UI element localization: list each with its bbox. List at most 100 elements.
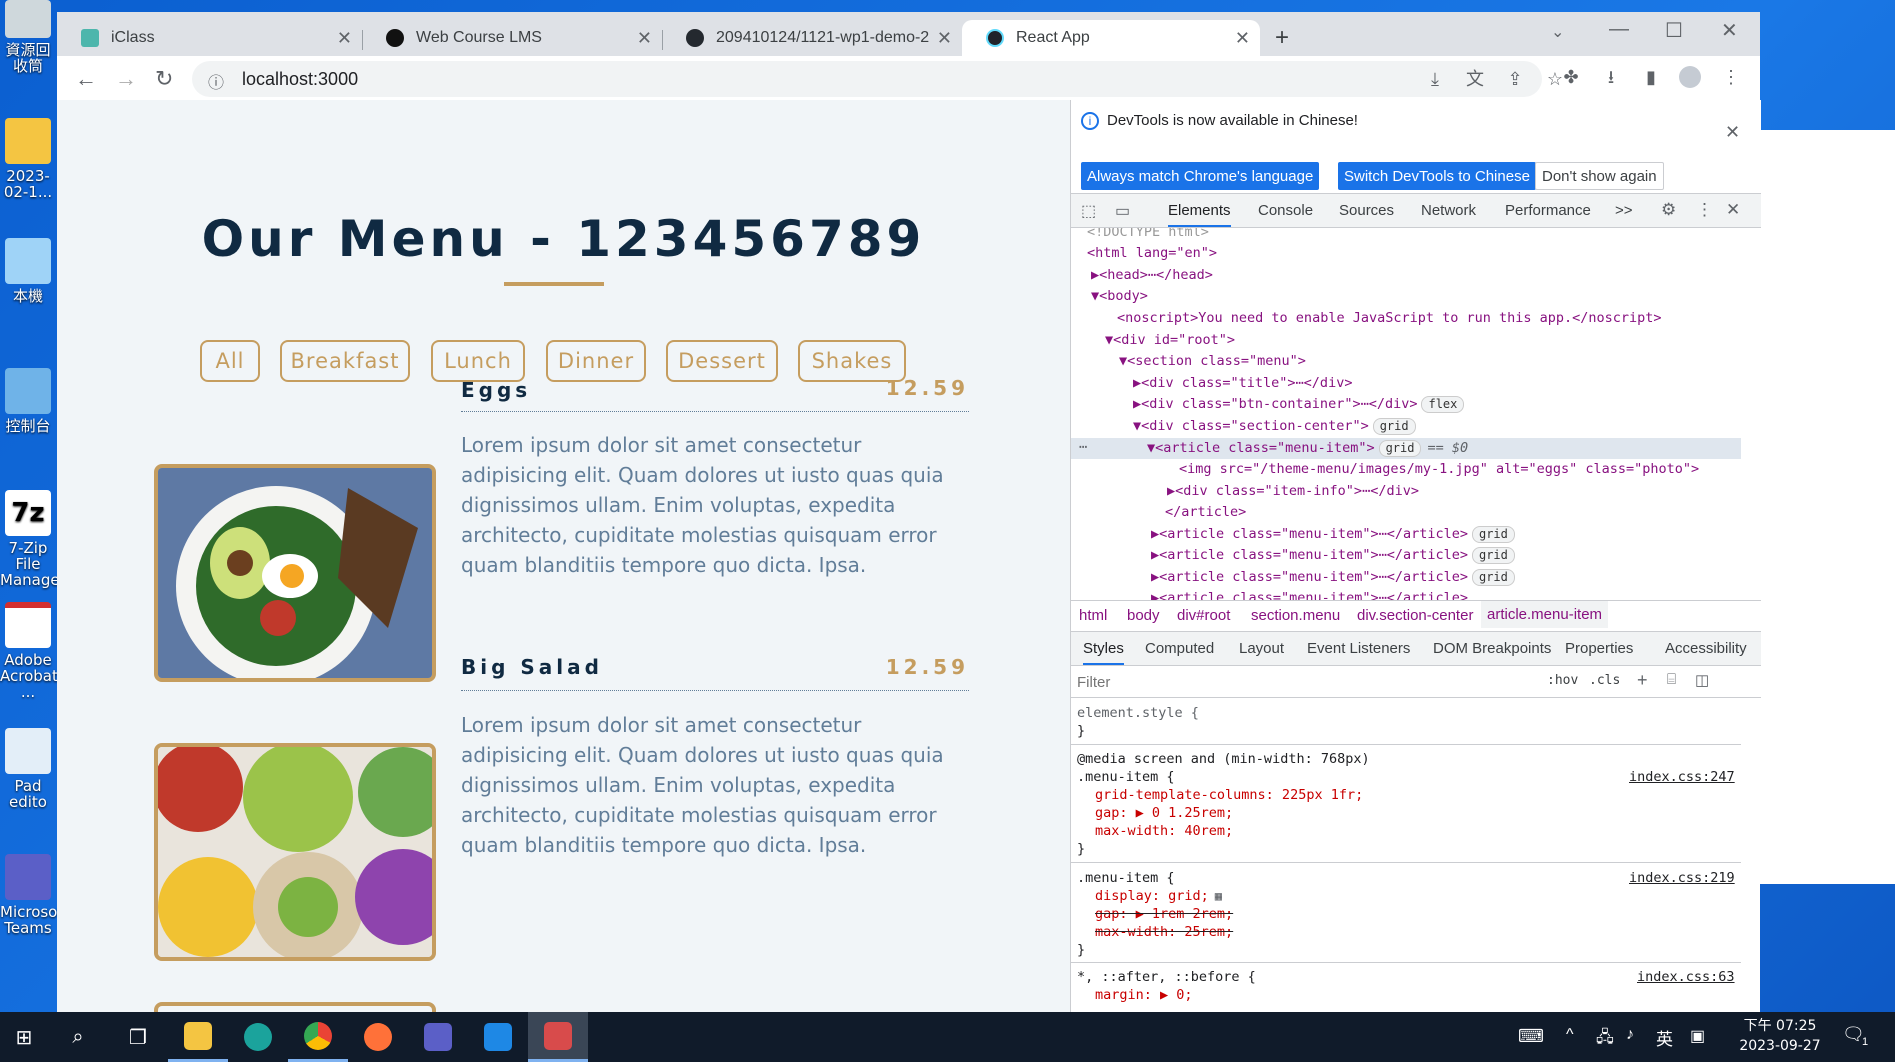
css-declaration[interactable]: gap: ▶ 0 1.25rem; (1095, 804, 1233, 822)
control-panel-icon[interactable]: 控制台 (0, 368, 56, 434)
grid-badge[interactable]: grid (1471, 547, 1515, 564)
crumb-section-center[interactable]: div.section-center (1357, 607, 1473, 624)
dom-line[interactable]: <img src="/theme-menu/images/my-1.jpg" a… (1179, 459, 1699, 481)
switch-to-chinese-button[interactable]: Switch DevTools to Chinese (1338, 162, 1536, 190)
inspect-element-icon[interactable]: ⬚ (1081, 201, 1096, 221)
vscode-icon[interactable] (468, 1012, 528, 1062)
grid-badge[interactable]: grid (1471, 569, 1515, 586)
source-link[interactable]: index.css:219 (1629, 869, 1735, 887)
tab-react-app[interactable]: React App ✕ (962, 20, 1260, 56)
7zip-icon[interactable]: 7z 7-Zip File Manager (0, 490, 66, 588)
tab-accessibility[interactable]: Accessibility (1665, 640, 1747, 657)
crumb-menu-item[interactable]: article.menu-item (1481, 601, 1609, 628)
dom-line[interactable]: ▼<body> (1091, 286, 1148, 308)
grid-badge[interactable]: grid (1372, 418, 1416, 435)
tab-console[interactable]: Console (1258, 202, 1313, 219)
teams-taskbar-icon[interactable] (408, 1012, 468, 1062)
pad-editor-icon[interactable]: Pad edito (0, 728, 56, 810)
dom-line[interactable]: ▶<div class="item-info">⋯</div> (1167, 481, 1419, 503)
tab-web-course-lms[interactable]: Web Course LMS ✕ (362, 20, 662, 56)
filter-dessert-button[interactable]: Dessert (666, 340, 778, 382)
tab-elements[interactable]: Elements (1168, 202, 1231, 227)
tab-event-listeners[interactable]: Event Listeners (1307, 640, 1410, 657)
close-devtools-icon[interactable]: ✕ (1726, 200, 1740, 220)
source-link[interactable]: index.css:63 (1637, 968, 1735, 986)
address-bar[interactable]: ⓘ localhost:3000 ⤓ 文 ⇪ ☆ (192, 61, 1563, 97)
css-declaration[interactable]: margin: ▶ 0; (1095, 986, 1193, 1004)
filter-lunch-button[interactable]: Lunch (431, 340, 525, 382)
css-declaration[interactable]: display: grid; ▦ (1095, 887, 1222, 905)
firefox-icon[interactable] (348, 1012, 408, 1062)
back-icon[interactable]: ← (75, 66, 97, 92)
new-style-rule-icon[interactable]: + (1637, 670, 1648, 691)
device-toolbar-icon[interactable]: ▭ (1115, 201, 1130, 221)
file-explorer-icon[interactable] (168, 1012, 228, 1062)
close-tab-icon[interactable]: ✕ (637, 28, 652, 49)
keyboard-layout-icon[interactable]: ⌨ (1518, 1026, 1544, 1047)
dom-line[interactable]: ▶<article class="menu-item">⋯</article> g… (1151, 545, 1515, 567)
tab-dom-breakpoints[interactable]: DOM Breakpoints (1433, 640, 1551, 657)
grid-editor-icon[interactable]: ▦ (1215, 889, 1222, 903)
close-tab-icon[interactable]: ✕ (937, 28, 952, 49)
dom-line[interactable]: ▶<div class="btn-container">⋯</div> flex (1133, 394, 1465, 416)
tab-layout[interactable]: Layout (1239, 640, 1284, 657)
chrome-menu-icon[interactable]: ⋮ (1720, 66, 1742, 88)
crumb-section-menu[interactable]: section.menu (1251, 607, 1340, 624)
css-selector[interactable]: .menu-item {index.css:247 (1077, 768, 1741, 786)
css-selector[interactable]: .menu-item {index.css:219 (1077, 869, 1741, 887)
extensions-icon[interactable]: ✤ (1560, 66, 1582, 88)
more-tabs-icon[interactable]: >> (1615, 202, 1633, 219)
css-declaration[interactable]: grid-template-columns: 225px 1fr; (1095, 786, 1363, 804)
toggle-sidebar-icon[interactable]: ◫ (1695, 671, 1709, 689)
cls-toggle[interactable]: .cls (1589, 673, 1620, 688)
dom-line[interactable]: ▶<article class="menu-item">⋯</article> (1151, 588, 1468, 600)
search-icon[interactable]: ⌕ (48, 1012, 108, 1062)
tab-styles[interactable]: Styles (1083, 640, 1124, 665)
close-tab-icon[interactable]: ✕ (1235, 28, 1250, 49)
dom-line[interactable]: <html lang="en"> (1087, 243, 1217, 265)
paint-brush-icon[interactable]: ⌸ (1667, 671, 1676, 688)
dom-line[interactable]: ▶<head>⋯</head> (1091, 265, 1213, 287)
close-banner-icon[interactable]: ✕ (1725, 122, 1740, 143)
css-selector[interactable]: *, ::after, ::before {index.css:63 (1077, 968, 1741, 986)
tab-iclass[interactable]: iClass ✕ (57, 20, 362, 56)
edge-icon[interactable] (228, 1012, 288, 1062)
ime-indicator[interactable]: 英 (1656, 1025, 1673, 1050)
more-actions-icon[interactable]: ⋯ (1079, 437, 1087, 459)
crumb-root[interactable]: div#root (1177, 607, 1230, 624)
grid-badge[interactable]: grid (1471, 526, 1515, 543)
settings-gear-icon[interactable]: ⚙ (1661, 200, 1676, 220)
profile-avatar[interactable] (1679, 66, 1701, 88)
crumb-html[interactable]: html (1079, 607, 1107, 624)
task-view-icon[interactable]: ❐ (108, 1012, 168, 1062)
tab-performance[interactable]: Performance (1505, 202, 1591, 219)
tab-computed[interactable]: Computed (1145, 640, 1214, 657)
dom-line[interactable]: ▼<section class="menu"> (1119, 351, 1306, 373)
filter-all-button[interactable]: All (200, 340, 260, 382)
dom-line-selected[interactable]: ▼<article class="menu-item"> grid == $0 (1147, 438, 1468, 460)
element-style-rule[interactable]: element.style { (1077, 704, 1199, 722)
filter-breakfast-button[interactable]: Breakfast (280, 340, 410, 382)
flex-badge[interactable]: flex (1421, 396, 1465, 413)
this-pc-icon[interactable]: 本機 (0, 238, 56, 304)
minimize-icon[interactable]: — (1609, 18, 1629, 41)
dom-line[interactable]: ▼<div class="section-center"> grid (1133, 416, 1416, 438)
css-declaration[interactable]: max-width: 40rem; (1095, 822, 1233, 840)
css-declaration-overridden[interactable]: max-width: 25rem; (1095, 923, 1233, 941)
teams-icon[interactable]: Microsoft Teams (0, 854, 68, 936)
dont-show-again-button[interactable]: Don't show again (1535, 162, 1664, 190)
crumb-body[interactable]: body (1127, 607, 1160, 624)
more-options-icon[interactable]: ⋮ (1696, 200, 1713, 220)
grid-badge[interactable]: grid (1378, 440, 1422, 457)
dom-line[interactable]: <!DOCTYPE html> (1087, 228, 1209, 244)
install-app-icon[interactable]: ⤓ (1424, 68, 1446, 90)
close-window-icon[interactable]: ✕ (1721, 18, 1738, 43)
tab-search-icon[interactable]: ⌄ (1551, 22, 1564, 42)
hov-toggle[interactable]: :hov (1547, 673, 1578, 688)
close-tab-icon[interactable]: ✕ (337, 28, 352, 49)
folder-icon[interactable]: 2023-02-1... (0, 118, 56, 200)
tab-properties[interactable]: Properties (1565, 640, 1633, 657)
always-match-language-button[interactable]: Always match Chrome's language (1081, 162, 1320, 190)
acrobat-icon[interactable]: Adobe Acrobat ... (0, 602, 58, 700)
source-link[interactable]: index.css:247 (1629, 768, 1735, 786)
